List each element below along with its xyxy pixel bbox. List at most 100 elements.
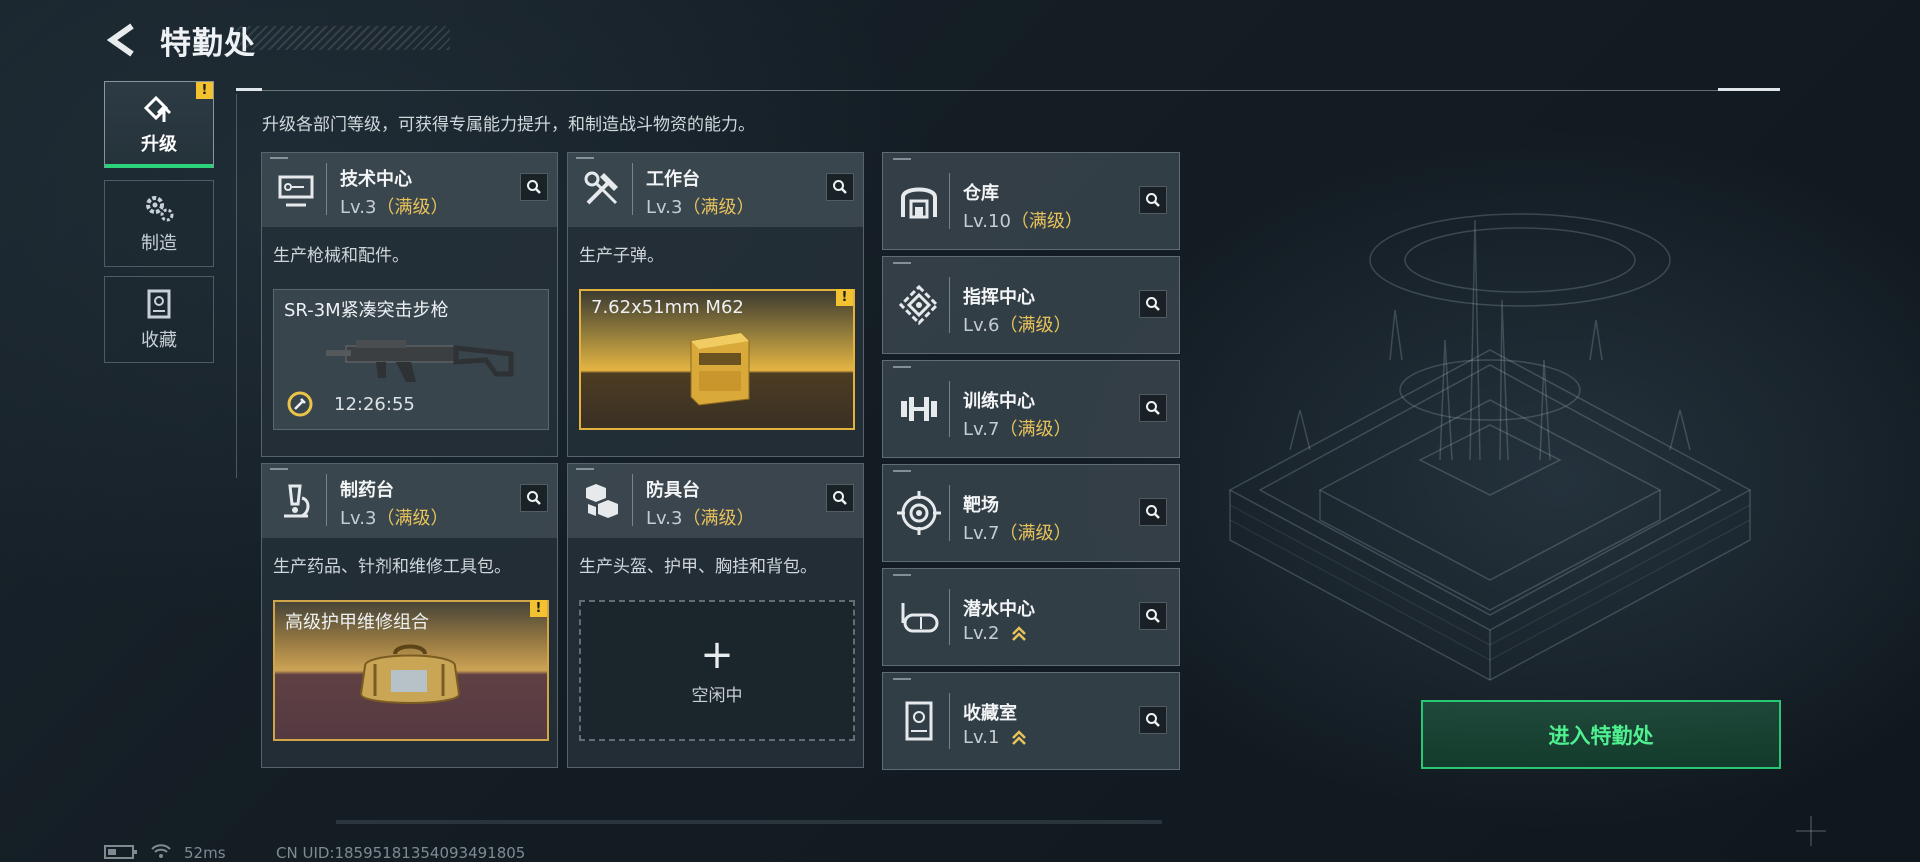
wifi-icon bbox=[151, 844, 171, 858]
facility-name: 指挥中心 bbox=[963, 287, 1035, 308]
card-header: 工作台 Lv.3（满级） bbox=[568, 153, 863, 227]
divider-accent-right bbox=[1718, 88, 1780, 91]
inspect-button[interactable] bbox=[1139, 290, 1167, 318]
workshop-level: Lv.3（满级） bbox=[340, 197, 449, 218]
tab-collection[interactable]: 收藏 bbox=[104, 276, 214, 363]
facility-name: 潜水中心 bbox=[963, 599, 1035, 620]
facility-collection-room[interactable]: 收藏室 Lv.1 bbox=[882, 672, 1180, 770]
idle-label: 空闲中 bbox=[691, 686, 743, 706]
target-icon bbox=[897, 491, 941, 535]
monitor-icon bbox=[278, 175, 314, 207]
tab-upgrade[interactable]: 升级 ! bbox=[104, 81, 214, 168]
card-header: 制药台 Lv.3（满级） bbox=[262, 464, 557, 538]
armor-icon bbox=[586, 484, 618, 518]
item-name: 7.62x51mm M62 bbox=[591, 297, 744, 318]
craft-timer: 12:26:55 bbox=[334, 394, 415, 415]
back-button[interactable] bbox=[104, 22, 144, 58]
alert-badge: ! bbox=[836, 289, 853, 306]
base-wireframe-illustration bbox=[1228, 213, 1752, 681]
armor-repair-kit-image bbox=[359, 644, 461, 704]
microscope-icon bbox=[284, 484, 310, 518]
timer-icon bbox=[287, 391, 313, 417]
search-icon bbox=[833, 491, 847, 505]
search-icon bbox=[1146, 297, 1160, 311]
production-slot[interactable]: 7.62x51mm M62 ! bbox=[579, 289, 855, 430]
card-header: 技术中心 Lv.3（满级） bbox=[262, 153, 557, 227]
workshop-card-workbench[interactable]: 工作台 Lv.3（满级） 生产子弹。 7.62x51mm M62 ! bbox=[567, 152, 864, 457]
facility-command-center[interactable]: 指挥中心 Lv.6（满级） bbox=[882, 256, 1180, 354]
empty-production-slot[interactable]: + 空闲中 bbox=[579, 600, 855, 741]
tab-craft-label: 制造 bbox=[141, 232, 177, 254]
facility-name: 仓库 bbox=[963, 183, 999, 204]
search-icon bbox=[527, 491, 541, 505]
workshop-level: Lv.3（满级） bbox=[646, 197, 755, 218]
workshop-card-pharmacy[interactable]: 制药台 Lv.3（满级） 生产药品、针剂和维修工具包。 高级护甲维修组合 ! bbox=[261, 463, 558, 768]
gears-icon bbox=[146, 195, 174, 221]
production-slot[interactable]: SR-3M紧凑突击步枪 12:26:55 bbox=[273, 289, 549, 430]
workshop-name: 防具台 bbox=[646, 480, 700, 501]
workshop-description: 生产子弹。 bbox=[579, 246, 664, 266]
card-header: 防具台 Lv.3（满级） bbox=[568, 464, 863, 538]
facility-diving-center[interactable]: 潜水中心 Lv.2 bbox=[882, 568, 1180, 666]
tab-craft[interactable]: 制造 bbox=[104, 180, 214, 267]
command-icon bbox=[898, 284, 940, 326]
dumbbell-icon bbox=[901, 397, 937, 421]
facility-level: Lv.10（满级） bbox=[963, 211, 1083, 232]
facility-level: Lv.7（满级） bbox=[963, 523, 1072, 544]
search-icon bbox=[833, 180, 847, 194]
collection-icon bbox=[147, 289, 171, 318]
back-arrow-icon bbox=[106, 23, 134, 57]
header-divider bbox=[262, 90, 1780, 91]
plus-icon: + bbox=[700, 632, 734, 678]
collection-room-icon bbox=[905, 701, 933, 741]
search-icon bbox=[1146, 401, 1160, 415]
item-name: SR-3M紧凑突击步枪 bbox=[284, 300, 449, 321]
workshop-card-tech-center[interactable]: 技术中心 Lv.3（满级） 生产枪械和配件。 SR-3M紧凑突击步枪 12:26… bbox=[261, 152, 558, 457]
inspect-button[interactable] bbox=[1139, 186, 1167, 214]
inspect-button[interactable] bbox=[1139, 498, 1167, 526]
user-uid: CN UID:18595181354093491805 bbox=[276, 844, 526, 862]
workshop-name: 工作台 bbox=[646, 169, 700, 190]
facility-training-center[interactable]: 训练中心 Lv.7（满级） bbox=[882, 360, 1180, 458]
tools-icon bbox=[584, 171, 618, 205]
inspect-button[interactable] bbox=[826, 484, 854, 512]
facility-level: Lv.7（满级） bbox=[963, 419, 1072, 440]
page-title: 特勤处 bbox=[160, 26, 256, 62]
tab-collection-label: 收藏 bbox=[141, 329, 177, 351]
footer-progress-track bbox=[336, 820, 1162, 824]
search-icon bbox=[1146, 713, 1160, 727]
alert-badge: ! bbox=[196, 82, 213, 99]
production-slot[interactable]: 高级护甲维修组合 ! bbox=[273, 600, 549, 741]
inspect-button[interactable] bbox=[520, 173, 548, 201]
inspect-button[interactable] bbox=[1139, 706, 1167, 734]
page-description: 升级各部门等级，可获得专属能力提升，和制造战斗物资的能力。 bbox=[262, 115, 755, 135]
warehouse-icon bbox=[901, 187, 937, 219]
tab-upgrade-label: 升级 bbox=[141, 133, 177, 155]
facility-level: Lv.2 bbox=[963, 623, 1027, 644]
inspect-button[interactable] bbox=[826, 173, 854, 201]
facility-name: 训练中心 bbox=[963, 391, 1035, 412]
facility-name: 收藏室 bbox=[963, 703, 1017, 724]
facility-warehouse[interactable]: 仓库 Lv.10（满级） bbox=[882, 152, 1180, 250]
divider-accent-left bbox=[236, 88, 262, 91]
workshop-description: 生产头盔、护甲、胸挂和背包。 bbox=[579, 557, 817, 577]
facility-level: Lv.1 bbox=[963, 727, 1027, 748]
workshop-level: Lv.3（满级） bbox=[646, 508, 755, 529]
workshop-level: Lv.3（满级） bbox=[340, 508, 449, 529]
upgrade-available-icon bbox=[1012, 730, 1027, 745]
inspect-button[interactable] bbox=[1139, 602, 1167, 630]
ammo-box-image bbox=[690, 332, 750, 406]
workshop-description: 生产枪械和配件。 bbox=[273, 246, 409, 266]
enter-special-ops-button[interactable]: 进入特勤处 bbox=[1421, 700, 1781, 769]
inspect-button[interactable] bbox=[520, 484, 548, 512]
search-icon bbox=[1146, 505, 1160, 519]
inspect-button[interactable] bbox=[1139, 394, 1167, 422]
item-name: 高级护甲维修组合 bbox=[285, 612, 429, 633]
search-icon bbox=[1146, 609, 1160, 623]
upgrade-icon bbox=[143, 95, 172, 122]
search-icon bbox=[527, 180, 541, 194]
diving-mask-icon bbox=[901, 603, 939, 633]
battery-icon bbox=[104, 845, 137, 859]
workshop-card-armor-bench[interactable]: 防具台 Lv.3（满级） 生产头盔、护甲、胸挂和背包。 + 空闲中 bbox=[567, 463, 864, 768]
facility-shooting-range[interactable]: 靶场 Lv.7（满级） bbox=[882, 464, 1180, 562]
